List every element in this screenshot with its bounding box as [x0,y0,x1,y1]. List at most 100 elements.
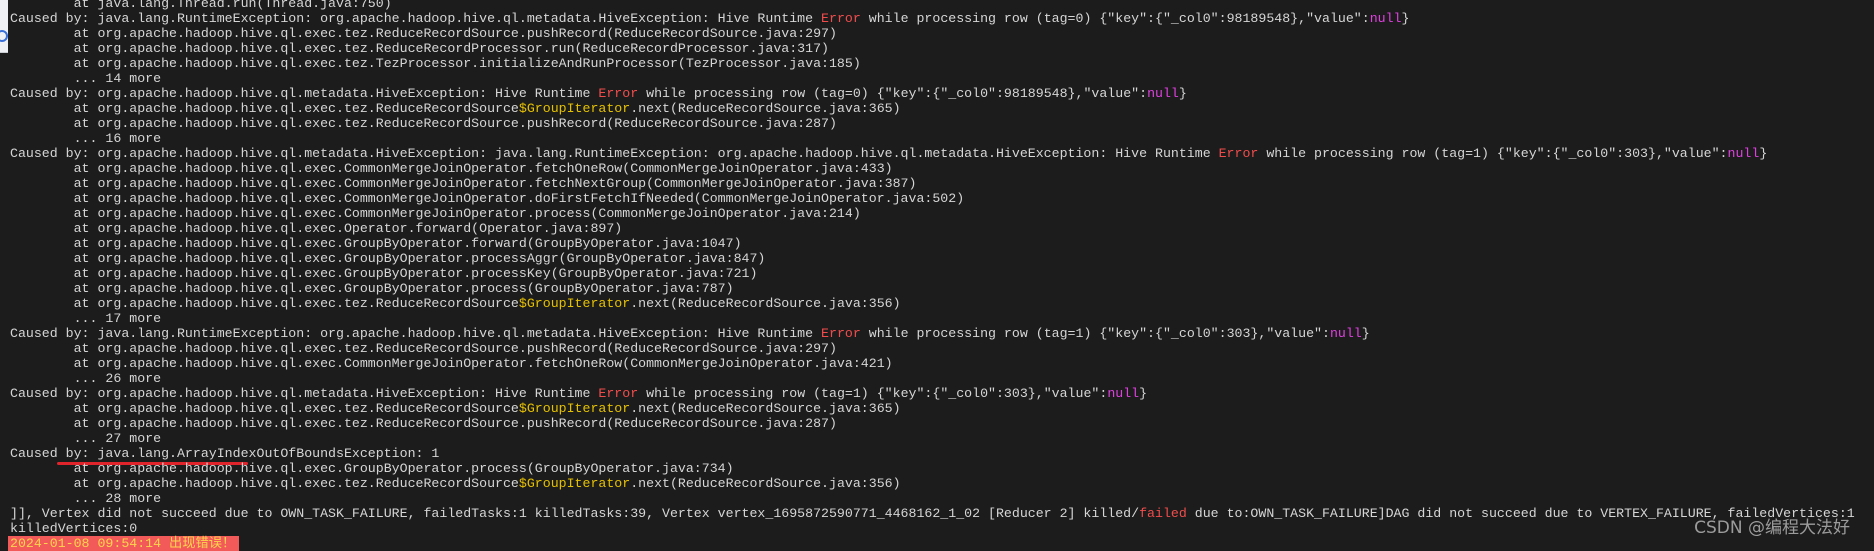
terminal-line: at org.apache.hadoop.hive.ql.exec.GroupB… [10,461,1874,476]
terminal-line: at org.apache.hadoop.hive.ql.exec.tez.Te… [10,56,1874,71]
line-text: while processing row (tag=1) {"key":{"_c… [1258,146,1728,161]
line-text: at org.apache.hadoop.hive.ql.exec.Common… [10,206,861,221]
partial-window-icon [0,30,8,42]
terminal-line: 2024-01-08 09:54:14 出现错误！ [8,536,1874,551]
line-text: while processing row (tag=0) {"key":{"_c… [860,11,1370,26]
terminal-line: at org.apache.hadoop.hive.ql.exec.tez.Re… [10,476,1874,491]
failed-keyword: failed [1139,506,1187,521]
line-text: at org.apache.hadoop.hive.ql.exec.GroupB… [10,236,742,251]
terminal-line: Caused by: java.lang.ArrayIndexOutOfBoun… [10,446,1874,465]
line-text: at org.apache.hadoop.hive.ql.exec.tez.Re… [10,476,519,491]
terminal-line: ... 26 more [10,371,1874,386]
terminal-line: at org.apache.hadoop.hive.ql.exec.GroupB… [10,251,1874,266]
terminal-line: at org.apache.hadoop.hive.ql.exec.GroupB… [10,266,1874,281]
terminal-line: at org.apache.hadoop.hive.ql.exec.Common… [10,191,1874,206]
terminal-output: at java.lang.Thread.run(Thread.java:750)… [8,0,1874,551]
line-text: while processing row (tag=0) {"key":{"_c… [638,86,1148,101]
error-keyword: Error [821,11,861,26]
line-text: Caused by: org.apache.hadoop.hive.ql.met… [10,146,1219,161]
line-text: at org.apache.hadoop.hive.ql.exec.tez.Re… [10,401,519,416]
null-keyword: null [1107,386,1140,401]
terminal-line: at org.apache.hadoop.hive.ql.exec.Common… [10,176,1874,191]
line-text: ]], Vertex did not succeed due to OWN_TA… [10,506,1140,521]
line-text: at java.lang.Thread.run(Thread.java:750) [10,0,392,11]
terminal-line: at org.apache.hadoop.hive.ql.exec.Operat… [10,221,1874,236]
line-text: at org.apache.hadoop.hive.ql.exec.tez.Re… [10,101,519,116]
terminal-line: killedVertices:0 [10,521,1874,536]
root-cause-text: Caused by: java.lang.ArrayIndexOutOfBoun… [10,446,440,461]
csdn-watermark: CSDN @编程大法好 [1694,518,1850,538]
error-keyword: Error [1218,146,1259,161]
terminal-line: ]], Vertex did not succeed due to OWN_TA… [10,506,1874,521]
terminal-line: at org.apache.hadoop.hive.ql.exec.GroupB… [10,281,1874,296]
terminal-line: at org.apache.hadoop.hive.ql.exec.Common… [10,161,1874,176]
terminal-line: at org.apache.hadoop.hive.ql.exec.Common… [10,356,1874,371]
line-text: at org.apache.hadoop.hive.ql.exec.tez.Te… [10,56,861,71]
line-text: killedVertices:0 [10,521,138,536]
terminal-line: Caused by: org.apache.hadoop.hive.ql.met… [10,386,1874,401]
line-text: ... 28 more [10,491,162,506]
terminal-line: at org.apache.hadoop.hive.ql.exec.tez.Re… [10,416,1874,431]
line-text: ... 27 more [10,431,162,446]
null-keyword: null [1727,146,1760,161]
line-text: Caused by: org.apache.hadoop.hive.ql.met… [10,86,599,101]
terminal-line: Caused by: org.apache.hadoop.hive.ql.met… [10,146,1874,161]
line-text: } [1178,86,1187,101]
line-text: } [1759,146,1768,161]
terminal-line: ... 14 more [10,71,1874,86]
terminal-line: Caused by: java.lang.RuntimeException: o… [10,326,1874,341]
terminal-line: at org.apache.hadoop.hive.ql.exec.tez.Re… [10,401,1874,416]
line-text: while processing row (tag=1) {"key":{"_c… [638,386,1108,401]
line-text: at org.apache.hadoop.hive.ql.exec.GroupB… [10,281,734,296]
line-text: at org.apache.hadoop.hive.ql.exec.Common… [10,161,893,176]
line-text: at org.apache.hadoop.hive.ql.exec.tez.Re… [10,116,837,131]
error-keyword: Error [821,326,861,341]
line-text: at org.apache.hadoop.hive.ql.exec.GroupB… [10,266,758,281]
terminal-line: Caused by: java.lang.RuntimeException: o… [10,11,1874,26]
line-text: Caused by: java.lang.RuntimeException: o… [10,326,822,341]
null-keyword: null [1329,326,1362,341]
error-keyword: Error [598,386,639,401]
line-text: at org.apache.hadoop.hive.ql.exec.tez.Re… [10,341,837,356]
group-iterator-highlight: $GroupIterator [518,296,631,311]
line-text: at org.apache.hadoop.hive.ql.exec.tez.Re… [10,416,837,431]
terminal-line: at org.apache.hadoop.hive.ql.exec.tez.Re… [10,341,1874,356]
terminal-line: at org.apache.hadoop.hive.ql.exec.tez.Re… [10,101,1874,116]
line-text: } [1139,386,1148,401]
background-window-edge [0,0,8,53]
line-text: at org.apache.hadoop.hive.ql.exec.tez.Re… [10,41,829,56]
error-keyword: Error [598,86,639,101]
line-text: .next(ReduceRecordSource.java:365) [630,401,901,416]
line-text: ... 26 more [10,371,162,386]
terminal-line: Caused by: org.apache.hadoop.hive.ql.met… [10,86,1874,101]
line-text: ... 17 more [10,311,162,326]
null-keyword: null [1369,11,1402,26]
line-text: } [1361,326,1370,341]
terminal-line: at org.apache.hadoop.hive.ql.exec.GroupB… [10,236,1874,251]
line-text: ... 14 more [10,71,162,86]
line-text: while processing row (tag=1) {"key":{"_c… [860,326,1330,341]
null-keyword: null [1147,86,1179,101]
terminal-line: at org.apache.hadoop.hive.ql.exec.tez.Re… [10,41,1874,56]
line-text: at org.apache.hadoop.hive.ql.exec.Common… [10,356,893,371]
line-text: .next(ReduceRecordSource.java:356) [630,296,901,311]
line-text: at org.apache.hadoop.hive.ql.exec.GroupB… [10,251,766,266]
terminal-line: ... 28 more [10,491,1874,506]
terminal-line: at org.apache.hadoop.hive.ql.exec.tez.Re… [10,26,1874,41]
terminal-line: at org.apache.hadoop.hive.ql.exec.tez.Re… [10,116,1874,131]
terminal-line: ... 16 more [10,131,1874,146]
line-text: .next(ReduceRecordSource.java:365) [630,101,901,116]
group-iterator-highlight: $GroupIterator [518,101,631,116]
line-text: at org.apache.hadoop.hive.ql.exec.Common… [10,176,917,191]
line-text: at org.apache.hadoop.hive.ql.exec.Operat… [10,221,623,236]
line-text: at org.apache.hadoop.hive.ql.exec.tez.Re… [10,296,519,311]
terminal-line: at java.lang.Thread.run(Thread.java:750) [10,0,1874,11]
terminal-line: at org.apache.hadoop.hive.ql.exec.Common… [10,206,1874,221]
terminal-line: ... 27 more [10,431,1874,446]
terminal-line: at org.apache.hadoop.hive.ql.exec.tez.Re… [10,296,1874,311]
group-iterator-highlight: $GroupIterator [518,401,631,416]
line-text: .next(ReduceRecordSource.java:356) [630,476,901,491]
line-text: } [1401,11,1410,26]
line-text: at org.apache.hadoop.hive.ql.exec.GroupB… [10,461,734,476]
line-text: at org.apache.hadoop.hive.ql.exec.Common… [10,191,965,206]
